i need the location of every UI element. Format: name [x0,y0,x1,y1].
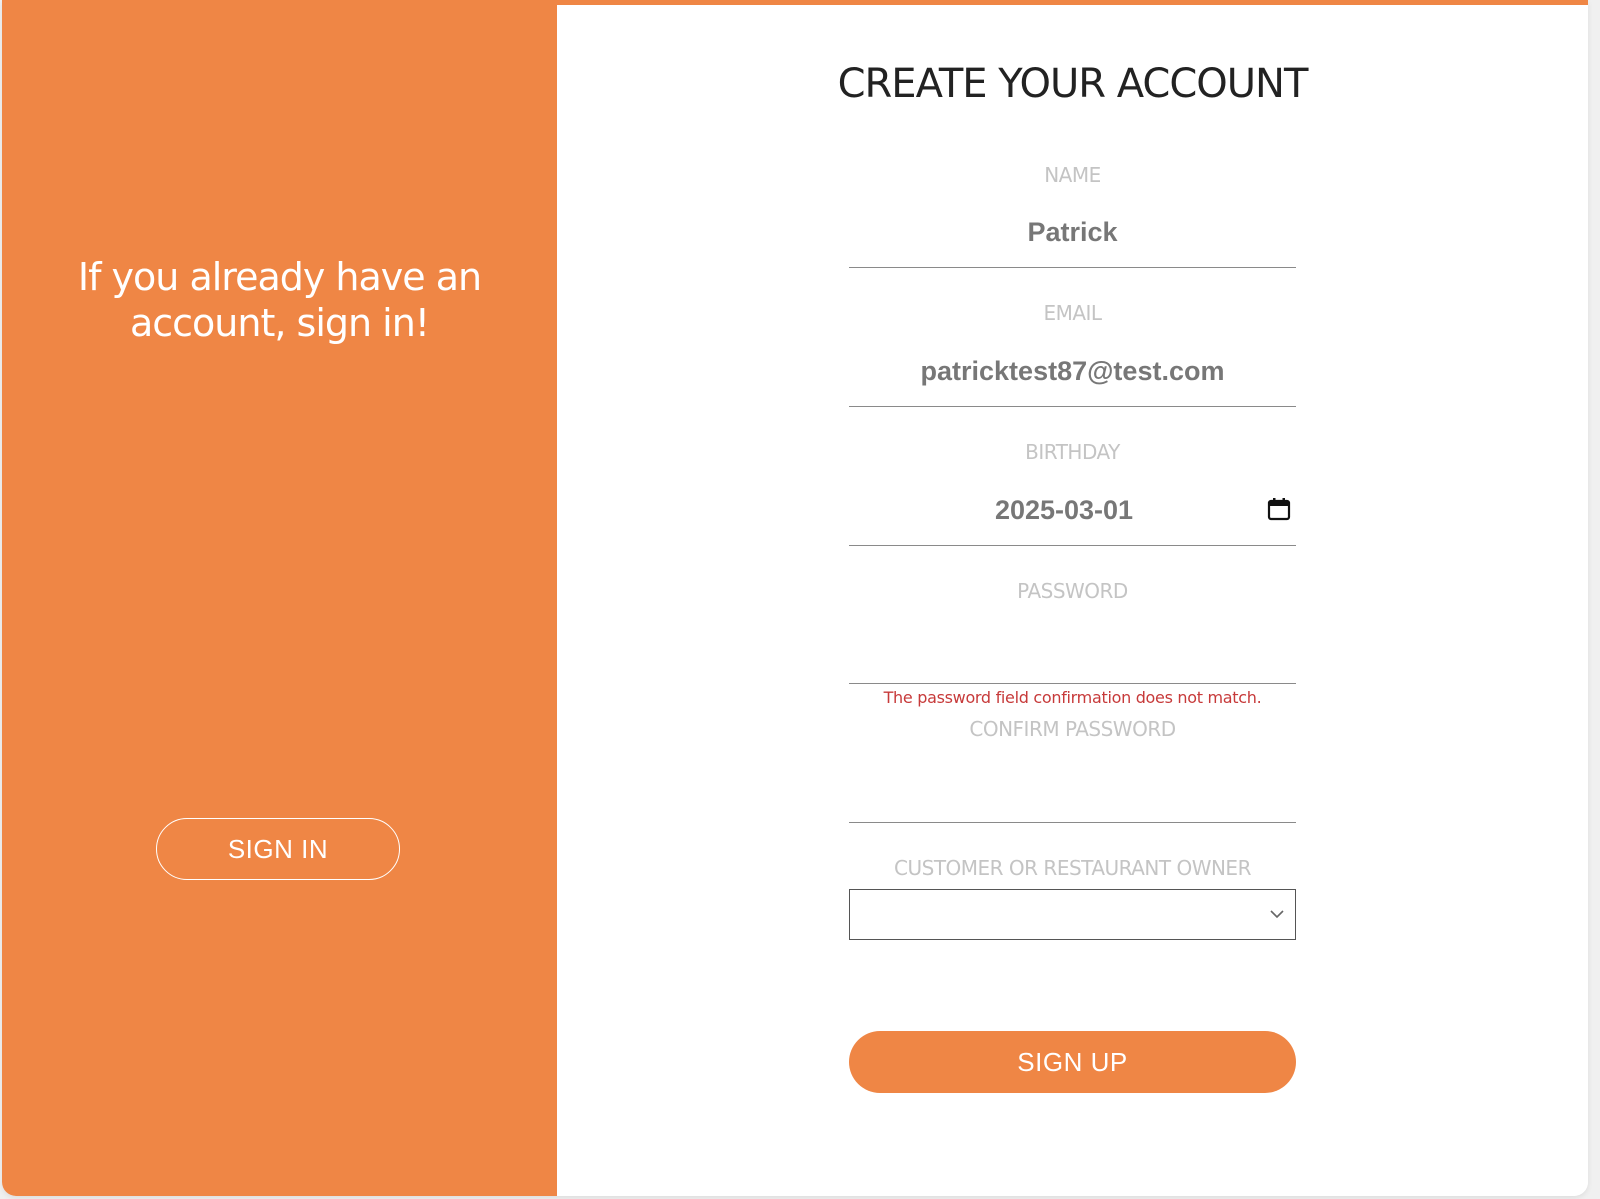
signup-card: If you already have an account, sign in!… [2,0,1588,1196]
confirm-password-field[interactable] [849,753,1296,823]
password-field[interactable] [849,614,1296,684]
birthday-field[interactable]: 2025-03-01 [849,476,1296,546]
sign-in-button[interactable]: SIGN IN [156,818,400,880]
role-select[interactable] [849,889,1296,940]
signup-form: CREATE YOUR ACCOUNT NAME EMAIL BIRTHDAY … [557,5,1588,1196]
password-label: PASSWORD [1017,579,1128,603]
email-field[interactable] [849,337,1296,407]
name-field[interactable] [849,198,1296,268]
signin-prompt-heading: If you already have an account, sign in! [77,255,482,345]
page-title: CREATE YOUR ACCOUNT [837,61,1309,107]
signin-panel: If you already have an account, sign in!… [2,0,557,1196]
email-label: EMAIL [1043,301,1102,325]
calendar-icon[interactable] [1266,496,1292,522]
chevron-down-icon [1270,910,1284,919]
birthday-value: 2025-03-01 [994,495,1134,525]
confirm-password-label: CONFIRM PASSWORD [969,717,1176,741]
role-label: CUSTOMER OR RESTAURANT OWNER [894,856,1251,880]
birthday-label: BIRTHDAY [1025,440,1120,464]
sign-up-button[interactable]: SIGN UP [849,1031,1296,1093]
password-error-message: The password field confirmation does not… [883,688,1262,707]
name-label: NAME [1044,163,1101,187]
